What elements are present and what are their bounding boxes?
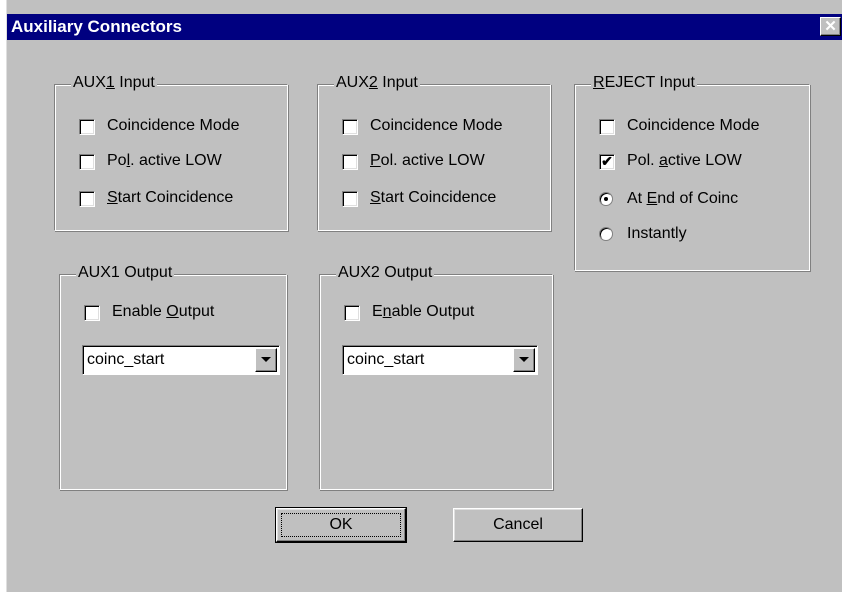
aux2-input-title: AUX2 Input — [334, 74, 420, 92]
checkbox-box[interactable] — [342, 154, 358, 170]
aux1-input-group: AUX1 Input Coincidence Mode Pol. active … — [54, 74, 288, 231]
checkbox-box[interactable] — [599, 119, 615, 135]
aux2-output-dropdown-button[interactable] — [513, 348, 535, 372]
close-icon: ✕ — [824, 18, 837, 35]
radio-button[interactable] — [599, 192, 613, 206]
checkbox-box[interactable] — [79, 191, 95, 207]
checkbox-box[interactable] — [84, 305, 100, 321]
aux1-output-selected-value: coinc_start — [87, 351, 165, 368]
checkbox-box[interactable] — [79, 119, 95, 135]
aux1-input-title: AUX1 Input — [71, 74, 157, 92]
close-button[interactable]: ✕ — [820, 17, 841, 36]
aux2-output-selected-value: coinc_start — [347, 351, 425, 368]
title-bar[interactable]: Auxiliary Connectors ✕ — [7, 14, 842, 40]
chevron-down-icon — [519, 357, 529, 362]
aux1-output-title: AUX1 Output — [76, 264, 175, 282]
checkbox-box[interactable] — [342, 119, 358, 135]
aux1-output-group: AUX1 Output Enable Output coinc_start — [59, 264, 287, 490]
aux2-output-group: AUX2 Output Enable Output coinc_start — [319, 264, 553, 490]
checkbox-box[interactable] — [342, 191, 358, 207]
checkmark-icon: ✔ — [601, 153, 613, 169]
checkbox-box[interactable] — [344, 305, 360, 321]
aux2-output-title: AUX2 Output — [336, 264, 435, 282]
aux2-output-select[interactable]: coinc_start — [342, 345, 538, 375]
aux2-input-group: AUX2 Input Coincidence Mode Pol. active … — [317, 74, 551, 231]
ok-button[interactable]: OK — [275, 507, 407, 543]
reject-input-group: REJECT Input Coincidence Mode ✔ Pol. act… — [574, 74, 810, 271]
dialog-title: Auxiliary Connectors — [11, 17, 182, 36]
checkbox-box[interactable] — [79, 154, 95, 170]
aux1-output-select[interactable]: coinc_start — [82, 345, 280, 375]
radio-selected-dot — [604, 197, 608, 201]
reject-input-title: REJECT Input — [591, 74, 697, 92]
radio-button[interactable] — [599, 227, 613, 241]
dialog-window: Auxiliary Connectors ✕ AUX1 Input Coinci… — [6, 0, 842, 592]
cancel-button[interactable]: Cancel — [453, 508, 583, 542]
chevron-down-icon — [261, 357, 271, 362]
aux1-output-dropdown-button[interactable] — [255, 348, 277, 372]
checkbox-box[interactable]: ✔ — [599, 154, 615, 170]
